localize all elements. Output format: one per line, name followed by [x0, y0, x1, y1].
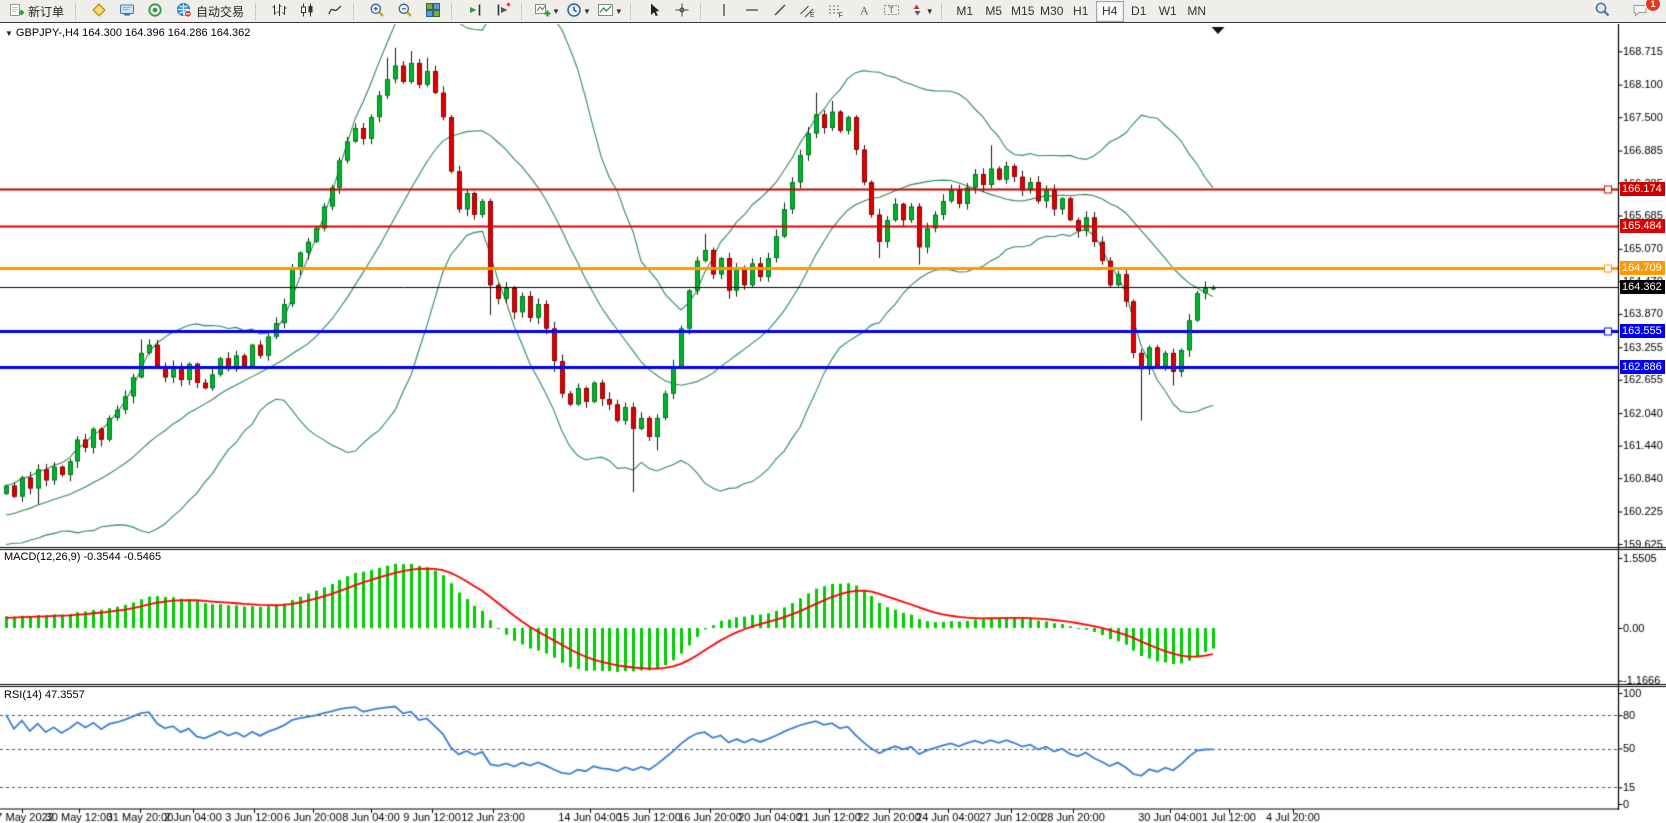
toolbar-separator: [451, 3, 458, 20]
svg-text:F: F: [839, 12, 843, 18]
line-chart-icon: [327, 2, 343, 21]
bar-chart-mode-button[interactable]: [265, 0, 293, 22]
toolbar-separator: [521, 3, 528, 20]
clock-icon: [566, 2, 582, 21]
indicators-icon: [534, 2, 551, 21]
search-icon: [1594, 1, 1611, 21]
indicators-button[interactable]: ▼: [531, 0, 563, 22]
tile-windows-button[interactable]: [419, 0, 447, 22]
svg-text:A: A: [860, 3, 869, 17]
text-label-tool-button[interactable]: T: [878, 0, 906, 22]
zoom-out-icon: [397, 2, 413, 21]
price-badge-162.886: 162.886: [1620, 360, 1665, 374]
fibonacci-icon: F: [827, 2, 844, 21]
ohlc-readout: 164.300 164.396 164.286 164.362: [82, 27, 250, 39]
toolbar-separator: [255, 3, 262, 20]
tf-h4-button[interactable]: H4: [1096, 1, 1124, 22]
price-badge-164.362: 164.362: [1620, 280, 1665, 294]
tile-windows-icon: [425, 2, 441, 21]
auto-scroll-button[interactable]: [461, 0, 489, 22]
periods-button[interactable]: ▼: [563, 0, 594, 22]
tf-mn-button[interactable]: MN: [1183, 1, 1211, 22]
macd-indicator-label: MACD(12,26,9) -0.3544 -0.5465: [4, 551, 161, 563]
toolbar-right-group: 1: [1588, 0, 1664, 22]
fibonacci-tool-button[interactable]: F: [822, 0, 850, 22]
toolbar-separator: [353, 3, 360, 20]
toolbar-separator: [630, 3, 637, 20]
templates-button[interactable]: ▼: [594, 0, 626, 22]
dropdown-arrow-icon: ▼: [615, 7, 623, 16]
timeframe-bar: M1 M5 M15 M30 H1 H4 D1 W1 MN: [951, 1, 1211, 22]
svg-text:T: T: [889, 5, 895, 15]
chart-symbol-readout[interactable]: ▼GBPJPY-,H4 164.300 164.396 164.286 164.…: [5, 27, 250, 39]
rsi-indicator-label: RSI(14) 47.3557: [4, 689, 85, 701]
search-button[interactable]: [1588, 0, 1616, 22]
autotrading-label: 自动交易: [196, 3, 244, 20]
new-order-label: 新订单: [28, 3, 64, 20]
price-badge-166.174: 166.174: [1620, 182, 1665, 196]
candle-chart-mode-button[interactable]: [293, 0, 321, 22]
main-toolbar: 新订单 自动交易 ▼ ▼ ▼ E F A T ▼ M1 M5 M15 M30 H…: [0, 0, 1666, 23]
signal-button[interactable]: [141, 0, 169, 22]
tf-m15-button[interactable]: M15: [1009, 1, 1037, 22]
toolbar-separator: [700, 3, 707, 20]
price-badge-164.709: 164.709: [1620, 261, 1665, 275]
line-chart-mode-button[interactable]: [321, 0, 349, 22]
equidistant-channel-icon: E: [799, 2, 816, 21]
tf-h1-button[interactable]: H1: [1067, 1, 1095, 22]
bar-chart-icon: [271, 2, 287, 21]
text-label-icon: T: [883, 2, 900, 21]
new-order-button[interactable]: 新订单: [2, 0, 71, 22]
symbol-period-label: GBPJPY-,H4: [16, 27, 79, 39]
tf-m5-button[interactable]: M5: [980, 1, 1008, 22]
auto-scroll-icon: [467, 2, 483, 21]
terminal-icon: [119, 2, 135, 21]
tf-m30-button[interactable]: M30: [1038, 1, 1066, 22]
cursor-icon: [646, 2, 662, 21]
chart-shift-button[interactable]: [489, 0, 517, 22]
zoom-out-button[interactable]: [391, 0, 419, 22]
chart-canvas[interactable]: [0, 0, 1666, 823]
candlestick-chart-icon: [299, 2, 315, 21]
notifications-button[interactable]: 1: [1626, 0, 1654, 22]
market-watch-button[interactable]: [85, 0, 113, 22]
toolbar-separator: [75, 3, 82, 20]
price-badge-163.555: 163.555: [1620, 324, 1665, 338]
toolbar-separator: [941, 3, 948, 20]
zoom-in-icon: [369, 2, 385, 21]
new-order-icon: [9, 2, 24, 20]
vertical-line-icon: [717, 2, 731, 21]
channel-tool-button[interactable]: E: [794, 0, 822, 22]
symbol-dropdown-icon: ▼: [5, 29, 13, 38]
cursor-button[interactable]: [640, 0, 668, 22]
dropdown-arrow-icon: ▼: [583, 7, 591, 16]
crosshair-icon: [674, 2, 690, 21]
price-badge-165.484: 165.484: [1620, 219, 1665, 233]
arrows-icon: [909, 2, 925, 21]
template-icon: [597, 2, 614, 21]
tf-d1-button[interactable]: D1: [1125, 1, 1153, 22]
zoom-in-button[interactable]: [363, 0, 391, 22]
svg-text:E: E: [810, 12, 815, 18]
terminal-button[interactable]: [113, 0, 141, 22]
signal-icon: [147, 2, 163, 21]
text-tool-button[interactable]: A: [850, 0, 878, 22]
tf-w1-button[interactable]: W1: [1154, 1, 1182, 22]
trendline-tool-button[interactable]: [766, 0, 794, 22]
chart-shift-icon: [495, 2, 511, 21]
arrows-tool-button[interactable]: ▼: [906, 0, 937, 22]
horizontal-line-icon: [744, 2, 760, 21]
crosshair-button[interactable]: [668, 0, 696, 22]
horizontal-line-tool-button[interactable]: [738, 0, 766, 22]
dropdown-arrow-icon: ▼: [552, 7, 560, 16]
trendline-icon: [772, 2, 788, 21]
tf-m1-button[interactable]: M1: [951, 1, 979, 22]
autotrading-button[interactable]: 自动交易: [169, 0, 251, 22]
autotrading-globe-icon: [176, 2, 192, 21]
gold-diamond-icon: [91, 2, 107, 21]
dropdown-arrow-icon: ▼: [926, 7, 934, 16]
vertical-line-tool-button[interactable]: [710, 0, 738, 22]
notification-count-badge: 1: [1645, 0, 1661, 12]
text-icon: A: [857, 2, 871, 21]
